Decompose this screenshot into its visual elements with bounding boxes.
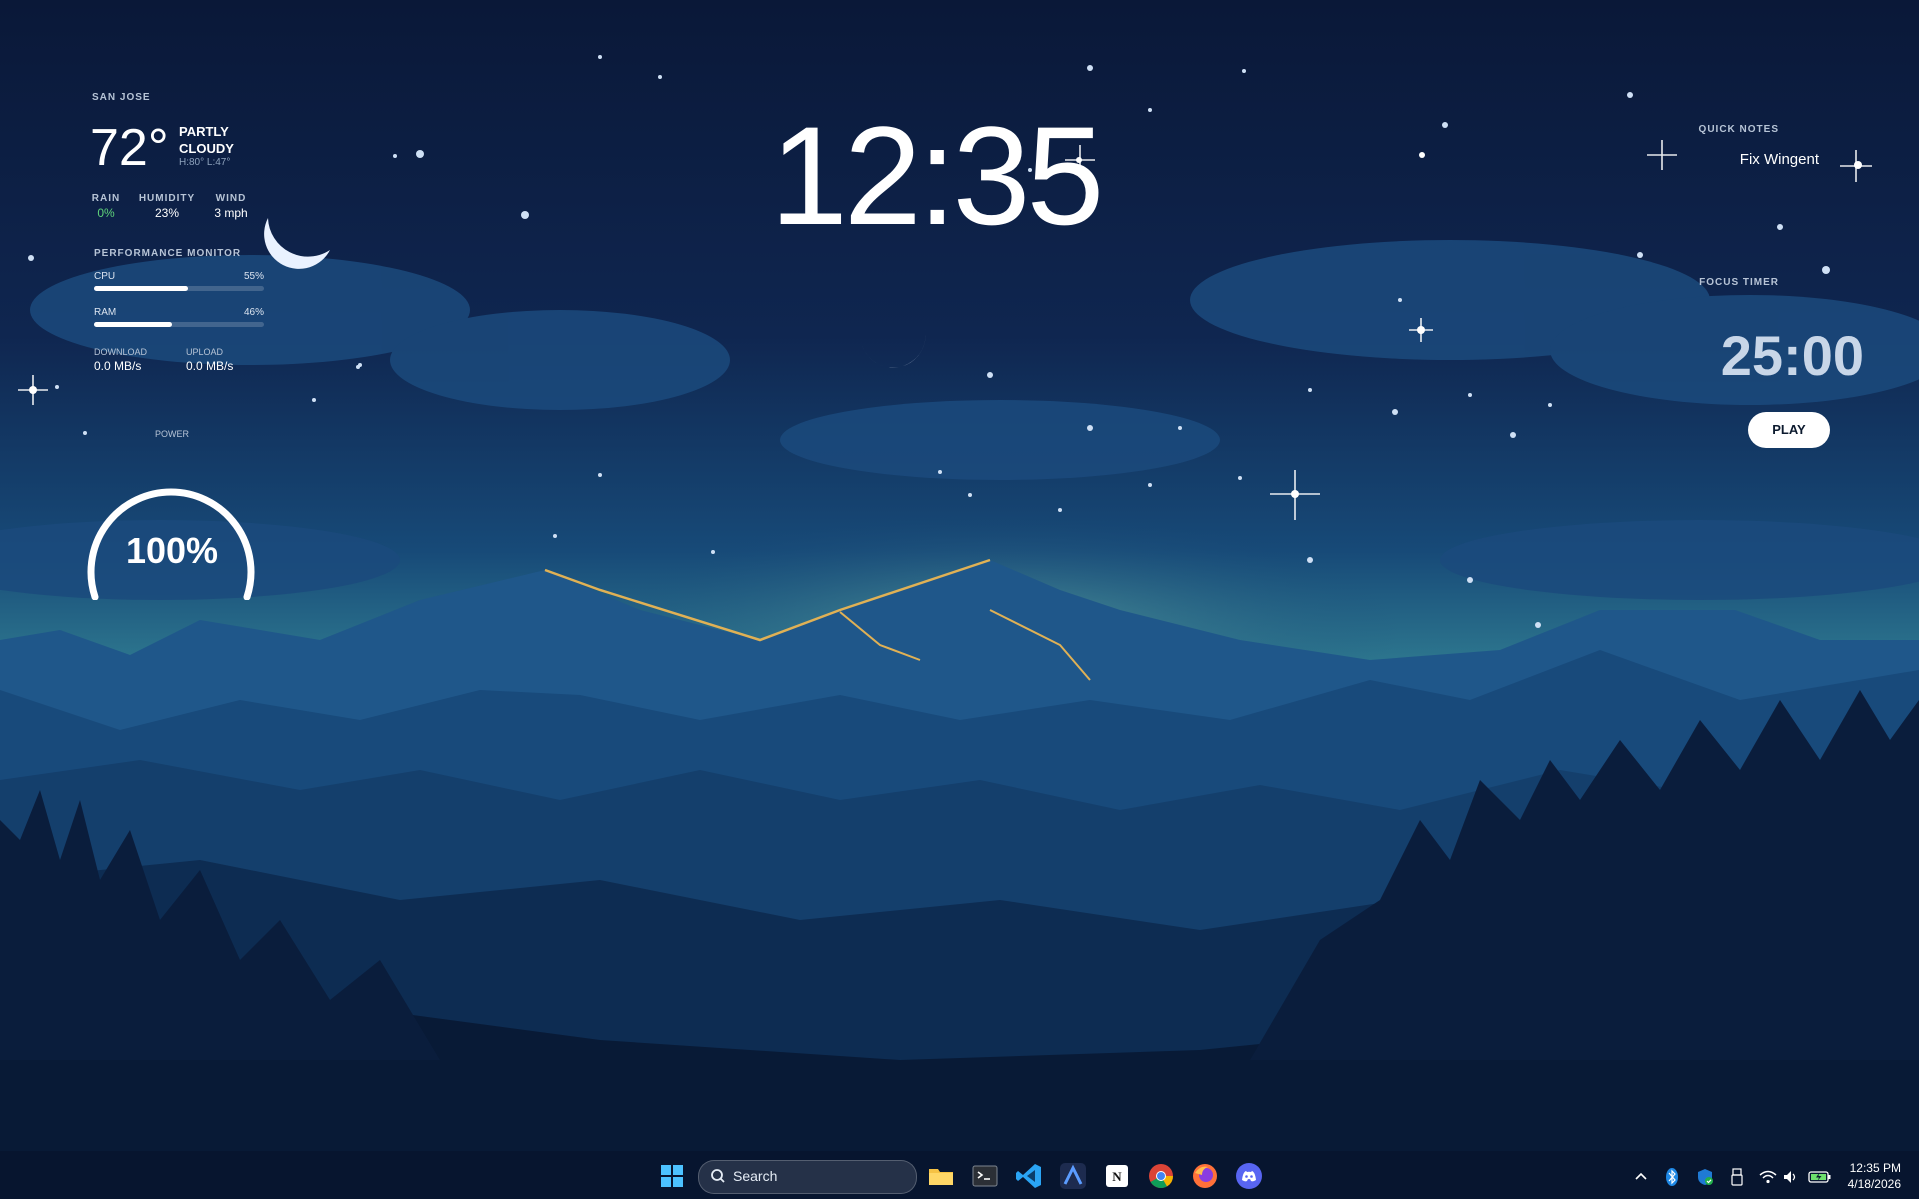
vscode-icon[interactable] [1014,1161,1044,1191]
cpu-label: CPU [94,271,116,282]
humidity-label: HUMIDITY [138,193,196,204]
arc-icon[interactable] [1058,1161,1088,1191]
notion-icon[interactable]: N [1102,1161,1132,1191]
ram-meter: RAM 46% [94,307,264,327]
tray-clock[interactable]: 12:35 PM 4/18/2026 [1848,1160,1901,1192]
usb-device-icon[interactable] [1730,1167,1744,1187]
ram-bar-track [94,322,264,327]
cpu-percent: 55% [243,271,264,282]
taskbar [0,1151,1919,1199]
humidity-value: 23% [154,206,180,220]
weather-rain: RAIN 0% [88,193,124,220]
discord-icon[interactable] [1234,1161,1264,1191]
cpu-bar-track [94,286,264,291]
file-explorer-icon[interactable] [926,1161,956,1191]
weather-wind: WIND 3 mph [210,193,252,220]
taskbar-search-box[interactable] [698,1160,917,1194]
weather-humidity: HUMIDITY 23% [135,193,199,220]
upload-stat: UPLOAD 0.0 MB/s [186,347,233,373]
power-value: 100% [125,530,219,571]
download-label: DOWNLOAD [94,347,148,357]
desktop-clock: 12:35 [770,97,1104,254]
windows-start-icon[interactable] [657,1161,687,1191]
cpu-bar-fill [94,286,188,291]
timer-play-button[interactable]: PLAY [1748,412,1830,448]
ram-bar-fill [94,322,173,327]
battery-icon[interactable] [1808,1168,1832,1186]
download-stat: DOWNLOAD 0.0 MB/s [94,347,147,373]
search-icon [711,1169,725,1183]
ram-label: RAM [94,307,117,318]
quick-notes-title: QUICK NOTES [1698,124,1779,135]
terminal-icon[interactable] [970,1161,1000,1191]
tray-time: 12:35 PM [1849,1161,1901,1175]
focus-timer-title: FOCUS TIMER [1699,277,1779,288]
performance-monitor-title: PERFORMANCE MONITOR [94,248,242,259]
upload-label: UPLOAD [186,347,224,357]
security-shield-icon[interactable] [1695,1167,1715,1187]
weather-city: SAN JOSE [92,92,151,103]
chevron-up-icon[interactable] [1633,1169,1649,1185]
weather-condition: PARTLY CLOUDY [179,124,234,156]
search-placeholder: Search [733,1168,778,1184]
cpu-meter: CPU 55% [94,271,264,291]
rain-value: 0% [97,206,115,220]
upload-value: 0.0 MB/s [186,359,234,373]
svg-text:N: N [1112,1169,1122,1184]
download-value: 0.0 MB/s [94,359,142,373]
power-label: POWER [155,429,190,439]
tray-date: 4/18/2026 [1847,1177,1901,1191]
volume-icon[interactable] [1782,1169,1800,1185]
rain-label: RAIN [91,193,121,204]
bluetooth-icon[interactable] [1664,1167,1680,1187]
chrome-icon[interactable] [1146,1161,1176,1191]
weather-temperature: 72° [90,119,169,177]
wifi-icon[interactable] [1759,1169,1777,1185]
quick-note-item[interactable]: Fix Wingent [1740,151,1819,168]
ram-percent: 46% [243,307,264,318]
weather-high-low: H:80° L:47° [179,157,231,168]
wind-value: 3 mph [214,206,248,220]
wind-label: WIND [215,193,247,204]
focus-timer-value: 25:00 [1720,324,1864,387]
firefox-icon[interactable] [1190,1161,1220,1191]
